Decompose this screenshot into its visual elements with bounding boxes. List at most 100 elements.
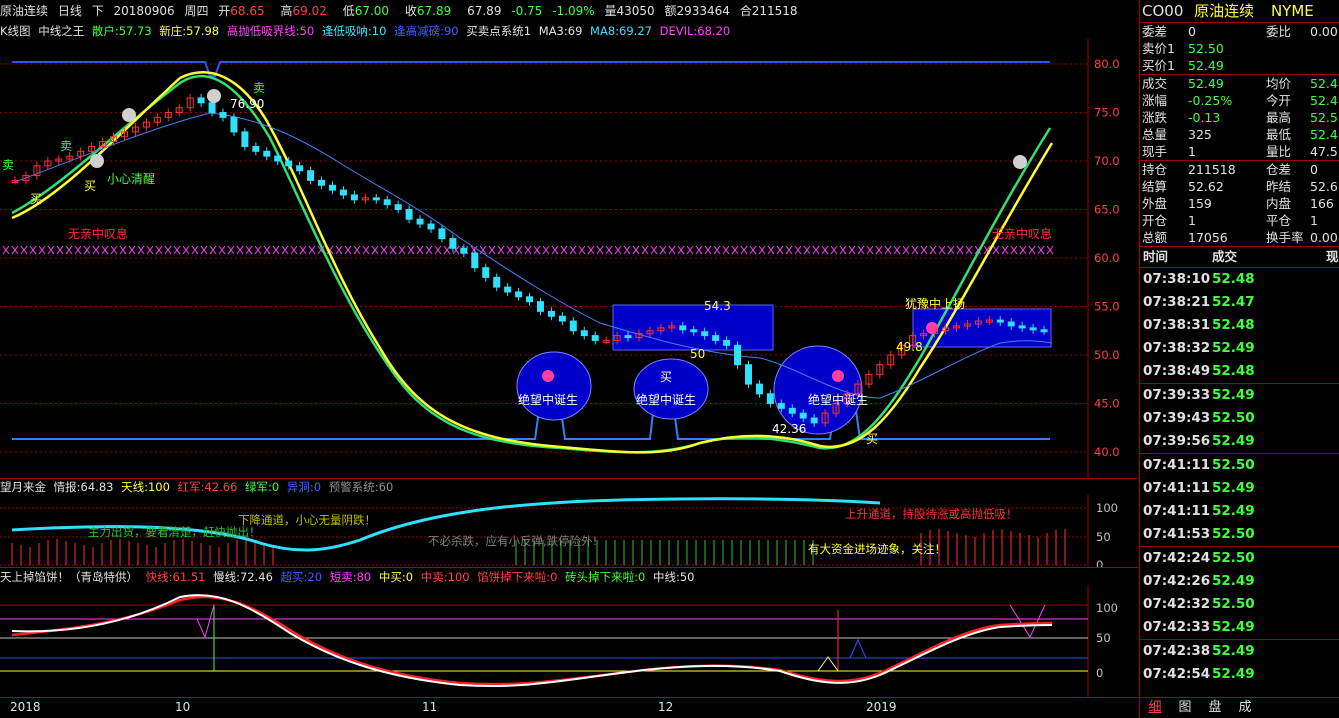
kline-label[interactable]: K线图 [0,24,31,38]
price-tick: 40.0 [1094,445,1120,459]
tick-row: 07:41:53 52.50 [1143,526,1255,542]
highlow-line-value: 高抛低吸界线:50 [226,24,315,38]
mid-tick: 100 [1096,501,1118,515]
candle [493,276,501,288]
hope-label-2: 绝望中诞生 [636,392,696,407]
info-value: 情报:64.83 [53,480,114,494]
tick-row: 07:39:56 52.49 [1143,433,1255,449]
price-tick: 70.0 [1094,154,1120,168]
tick-row: 07:41:11 52.50 [1143,457,1255,473]
hesitate-label: 犹豫中上扬 [905,296,965,311]
low-indicator-chart[interactable]: 100 50 0 [0,585,1138,697]
price-tick: 55.0 [1094,300,1120,314]
candle [405,209,413,220]
candle [580,330,588,337]
tick-list[interactable]: 07:38:10 52.48 07:38:21 52.47 07:38:31 52.48 0… [1140,268,1339,686]
tab-chart[interactable]: 图 [1170,698,1200,718]
pie-falling-value: 馅饼掉下来啦:0 [477,570,558,584]
high-field: 高69.02 [280,4,327,18]
price-tick: 75.0 [1094,106,1120,120]
candle [416,218,424,225]
candle [766,393,774,404]
tick-row: 07:42:26 52.49 [1143,573,1255,589]
mid-indicator-label[interactable]: 望月来金 [0,480,46,494]
mid-tick: 0 [1096,558,1103,567]
candle [307,170,315,181]
tick-row: 07:42:33 52.49 [1143,619,1255,635]
candle [799,412,807,419]
sell-high-value: 逢高减磅:90 [394,24,459,38]
candle [755,383,763,395]
brick-falling-value: 砖头掉下来啦:0 [565,570,646,584]
tick-row: 07:38:49 52.48 [1143,363,1255,379]
low-tick: 0 [1096,666,1103,680]
sell-signal-2: 卖 [60,139,72,153]
quote-row: 买价1 52.49 [1142,58,1224,73]
panel-tabs: 细图盘成 [1140,697,1339,718]
tick-row: 07:42:32 52.50 [1143,596,1255,612]
date-label: 20180906 [113,4,175,18]
price-tick: 60.0 [1094,251,1120,265]
candle [230,116,238,133]
candle [810,417,818,424]
quote-row: 委差 0 委比 0.00 [1142,24,1338,39]
quote-row: 总额 17056 换手率 0.00 [1142,230,1338,245]
low-axis: 100 50 0 [1096,601,1118,680]
low-price-label: 42.36 [772,422,806,436]
price-498-label: 49.8 [896,340,923,354]
tab-detail[interactable]: 细 [1140,698,1170,718]
sigh-label-left: 无亲中叹息 [68,226,128,241]
quote-row: 涨跌 -0.13 最高 52.5 [1142,110,1338,125]
time-axis: 2018 10 11 12 2019 [0,698,1138,718]
price-axis: 80.0 75.0 70.0 65.0 60.0 55.0 50.0 45.0 40.0 [1094,57,1120,459]
sigh-label-right: 无亲中叹息 [992,226,1052,241]
quote-row: 外盘 159 内盘 166 [1142,196,1334,211]
buy-signal-3: 买 [660,370,672,384]
low-indicator-label[interactable]: 天上掉馅饼！（青岛特供） [0,570,138,584]
mid-tick: 50 [1096,530,1111,544]
panel-divider [0,567,1138,568]
candle [712,335,720,341]
tick-row: 07:39:33 52.49 [1143,387,1255,403]
quote-row: 现手 1 量比 47.5 [1142,144,1338,159]
buy-low-value: 逢低吸呐:10 [321,24,387,38]
tab-trades[interactable]: 成 [1230,698,1260,718]
main-force-text: 主力出货，要看清楚，赶快抛出！ [88,525,261,539]
price-tick: 50.0 [1094,348,1120,362]
tick-row: 07:42:38 52.49 [1143,643,1255,659]
tab-book[interactable]: 盘 [1200,698,1230,718]
low-tick: 100 [1096,601,1118,615]
tick-row: 07:41:11 52.49 [1143,480,1255,496]
kline-chart[interactable]: 80.0 75.0 70.0 65.0 60.0 55.0 50.0 45.0 40.0 卖 卖… [0,38,1138,478]
candle [383,199,391,206]
mid-sell-value: 中卖:100 [420,570,470,584]
candle [471,252,479,269]
low-field: 低67.00 [342,4,390,18]
buy-signal-1: 买 [30,192,42,206]
candle [1040,329,1048,333]
slow-line-value: 慢线:72.46 [213,570,273,584]
mid-buy-value: 中买:0 [378,570,414,584]
ma3-value: MA3:69 [538,24,583,38]
quote-header-bar: 原油连续 日线 下 20180906 周四 开68.65 高69.02 低67.… [0,0,1138,22]
slow-line-curve [11,594,1053,688]
bs-system-label[interactable]: 买卖点系统1 [466,24,531,38]
mid-axis: 100 50 0 [1096,501,1118,567]
candle [591,335,599,341]
candle [558,315,566,322]
quote-row: 开仓 1 平仓 1 [1142,213,1318,228]
candle [569,320,577,332]
hope-ellipse-3 [773,345,863,435]
devil-value: DEVIL:68.20 [659,24,731,38]
candle [339,189,347,196]
candle [460,247,468,254]
direction-label: 下 [91,4,104,18]
green-army-value: 绿军:0 [245,480,280,494]
system-midline-king[interactable]: 中线之王 [38,24,84,38]
main-indicator-row: K线图 中线之王 散户:57.73 新庄:57.98 高抛低吸界线:50 逢低吸… [0,23,1138,39]
candle [328,184,336,191]
candle [1007,321,1015,327]
period-label[interactable]: 日线 [58,4,82,18]
candle [996,319,1004,323]
mid-indicator-chart[interactable]: 下降通道，小心无量阴跌！ 上升通道，持股待涨或高抛低吸！ 有大资金进场迹象，关注… [0,495,1138,567]
